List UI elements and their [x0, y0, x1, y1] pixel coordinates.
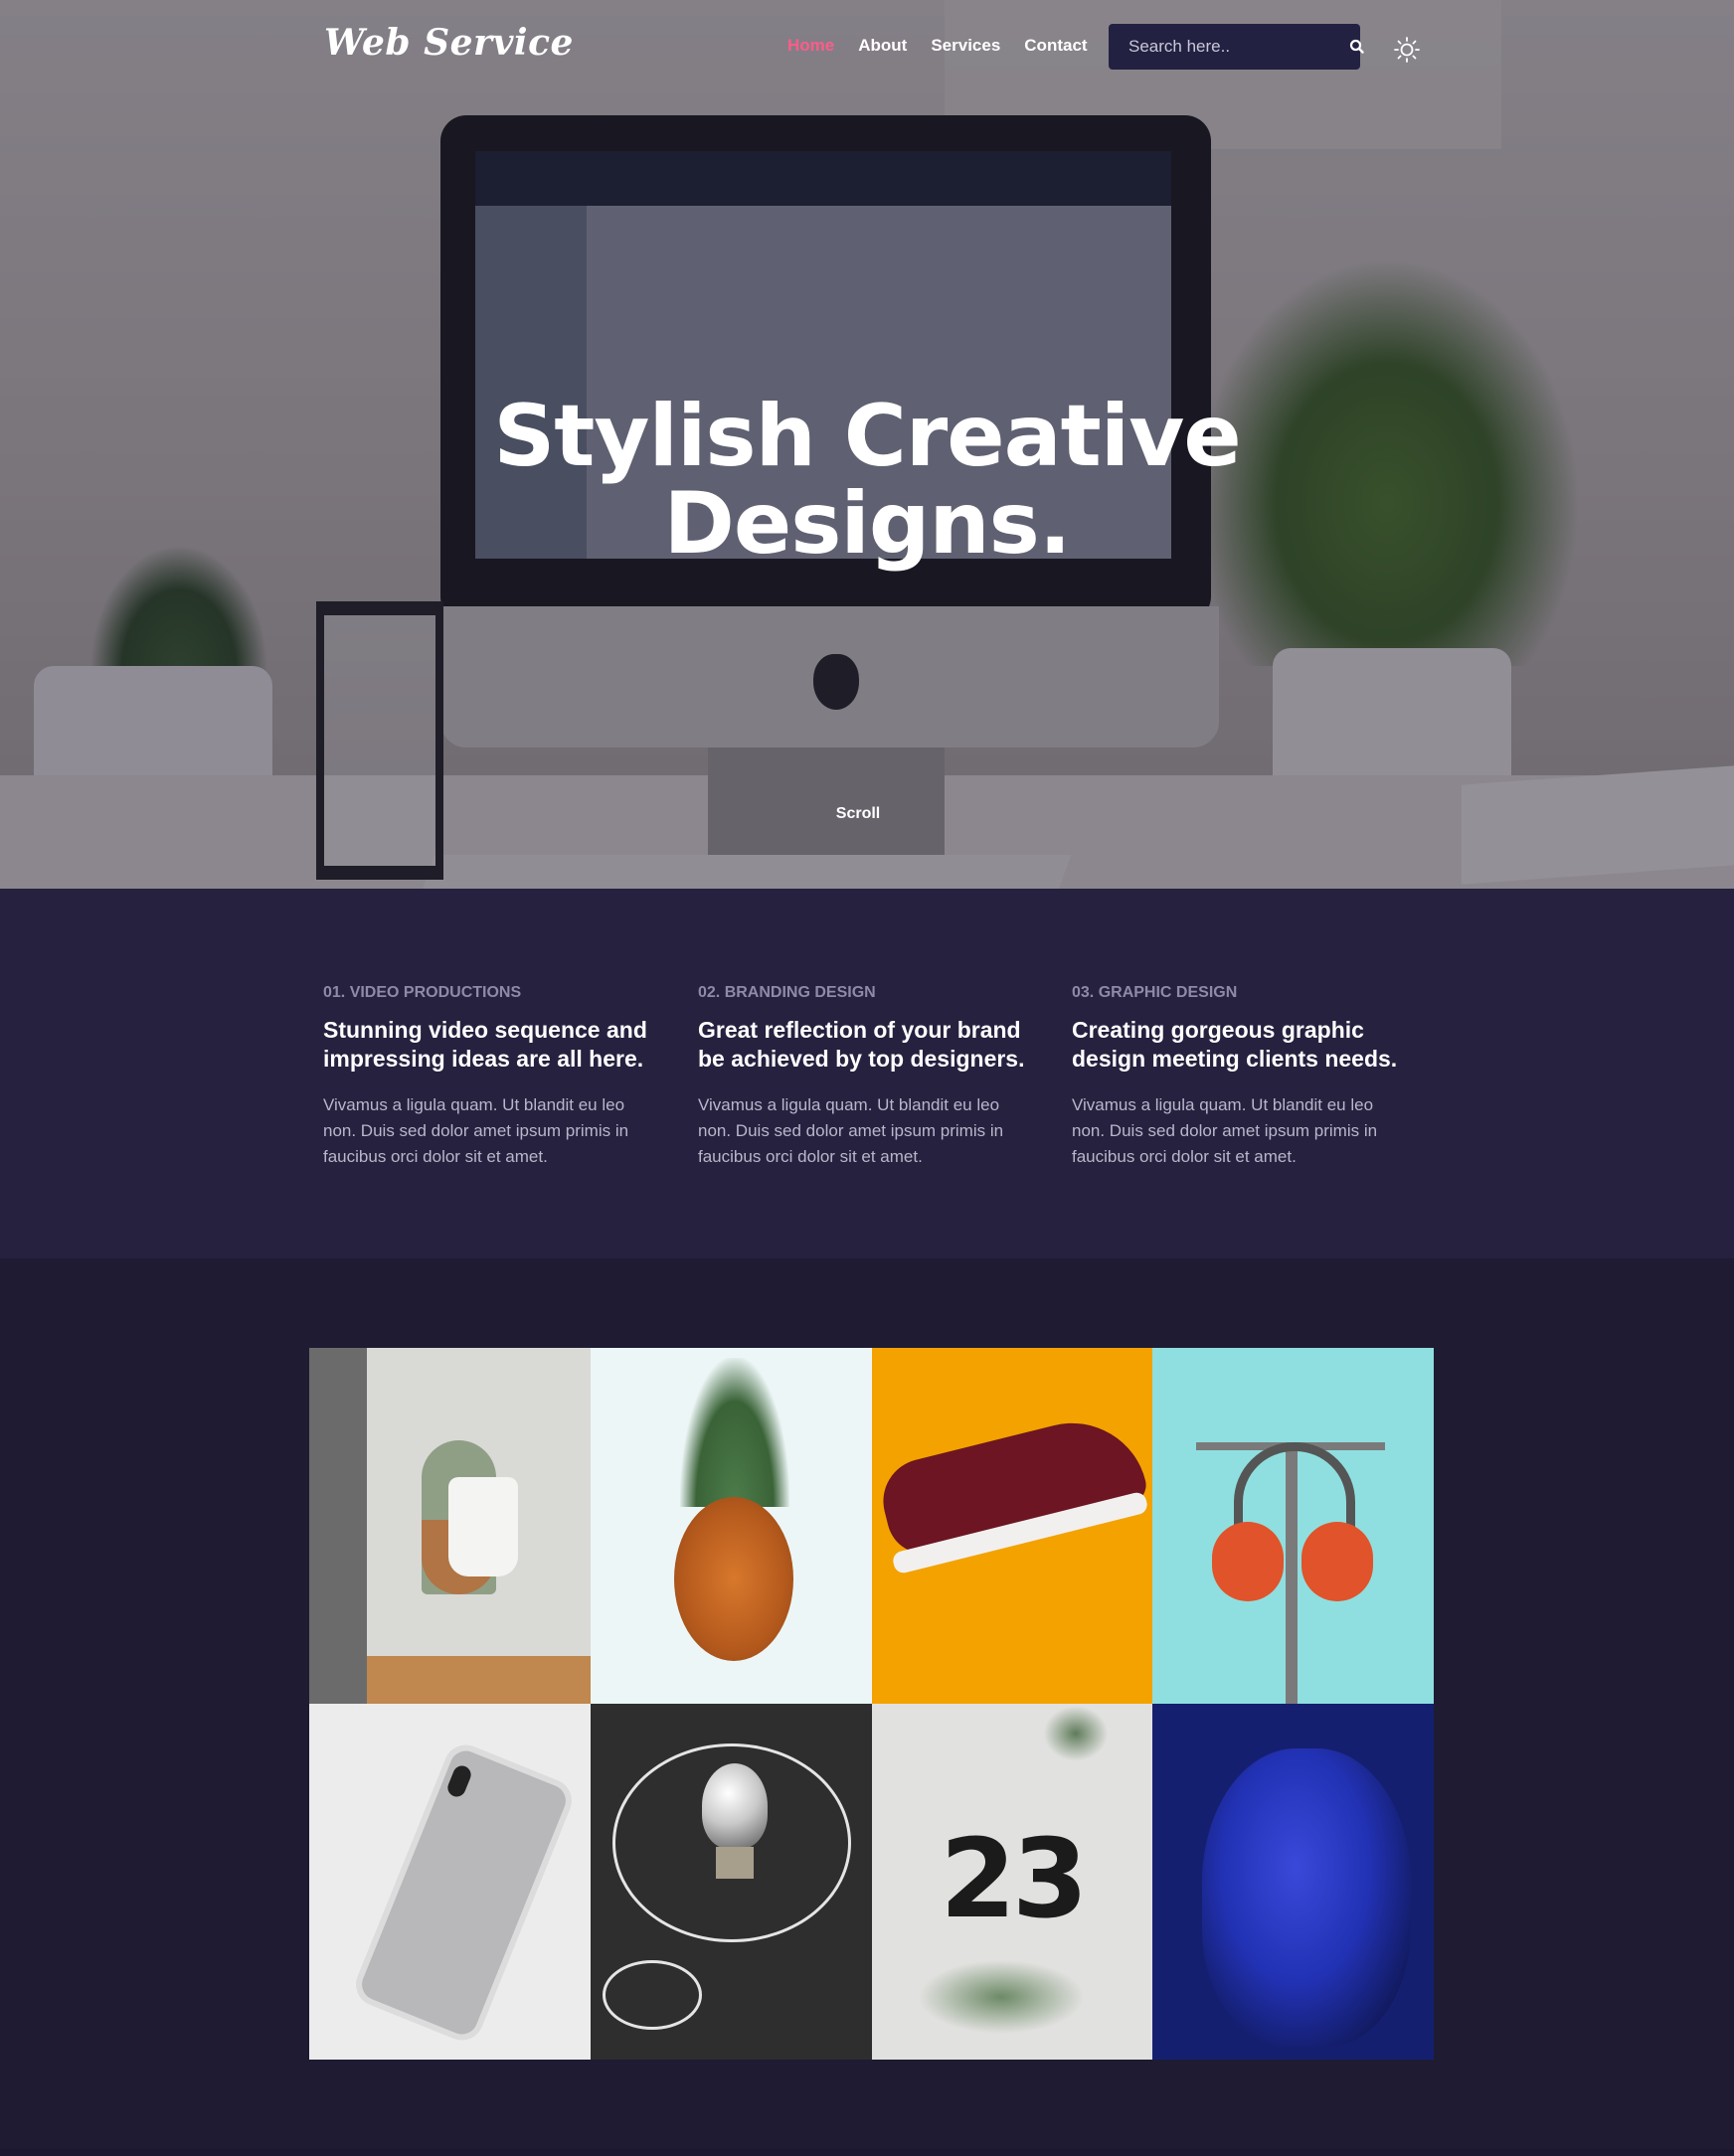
service-heading: Creating gorgeous graphic design meeting… [1072, 1017, 1398, 1072]
nav-about-link[interactable]: About [858, 36, 907, 56]
search-input[interactable] [1128, 37, 1348, 57]
service-card: 02. BRANDING DESIGN Great reflection of … [698, 984, 1036, 1170]
scroll-link[interactable]: Scroll [0, 805, 1716, 823]
service-heading: Great reflection of your brand be achiev… [698, 1017, 1025, 1072]
search-icon[interactable] [1348, 38, 1366, 56]
gallery-item-cup-holder[interactable] [309, 1348, 591, 1704]
gallery-item-headphones[interactable] [1152, 1348, 1434, 1704]
gallery-number-text: 23 [940, 1815, 1088, 1942]
main-nav: Home About Services Contact [787, 36, 1088, 56]
service-number: 01. VIDEO PRODUCTIONS [323, 984, 522, 1001]
site-logo[interactable]: Web Service [324, 22, 574, 64]
gallery-item-portrait[interactable] [1152, 1704, 1434, 2060]
hero-title-line2: Designs. [663, 474, 1071, 574]
service-number: 03. GRAPHIC DESIGN [1072, 984, 1238, 1001]
portfolio-gallery: 23 [309, 1348, 1434, 2060]
service-card: 03. GRAPHIC DESIGN Creating gorgeous gra… [1072, 984, 1410, 1170]
gallery-item-number-23[interactable]: 23 [871, 1704, 1153, 2060]
service-description: Vivamus a ligula quam. Ut blandit eu leo… [323, 1095, 629, 1166]
service-number: 02. BRANDING DESIGN [698, 984, 876, 1001]
nav-home-link[interactable]: Home [787, 36, 834, 56]
gallery-item-light-bulb[interactable] [590, 1704, 872, 2060]
hero-title-line1: Stylish Creative [493, 387, 1241, 486]
nav-contact-link[interactable]: Contact [1024, 36, 1087, 56]
service-description: Vivamus a ligula quam. Ut blandit eu leo… [698, 1095, 1004, 1166]
sun-icon[interactable] [1393, 36, 1421, 64]
search-box [1109, 24, 1364, 70]
gallery-item-pineapple[interactable] [590, 1348, 872, 1704]
gallery-item-smartphone[interactable] [309, 1704, 591, 2060]
nav-services-link[interactable]: Services [931, 36, 1000, 56]
service-card: 01. VIDEO PRODUCTIONS Stunning video seq… [323, 984, 661, 1170]
service-description: Vivamus a ligula quam. Ut blandit eu leo… [1072, 1095, 1378, 1166]
footer-strip [0, 2149, 1734, 2156]
service-heading: Stunning video sequence and impressing i… [323, 1017, 647, 1072]
gallery-item-sneaker[interactable] [871, 1348, 1153, 1704]
hero-title: Stylish Creative Designs. [370, 393, 1364, 568]
services-section: 01. VIDEO PRODUCTIONS Stunning video seq… [0, 889, 1734, 1258]
